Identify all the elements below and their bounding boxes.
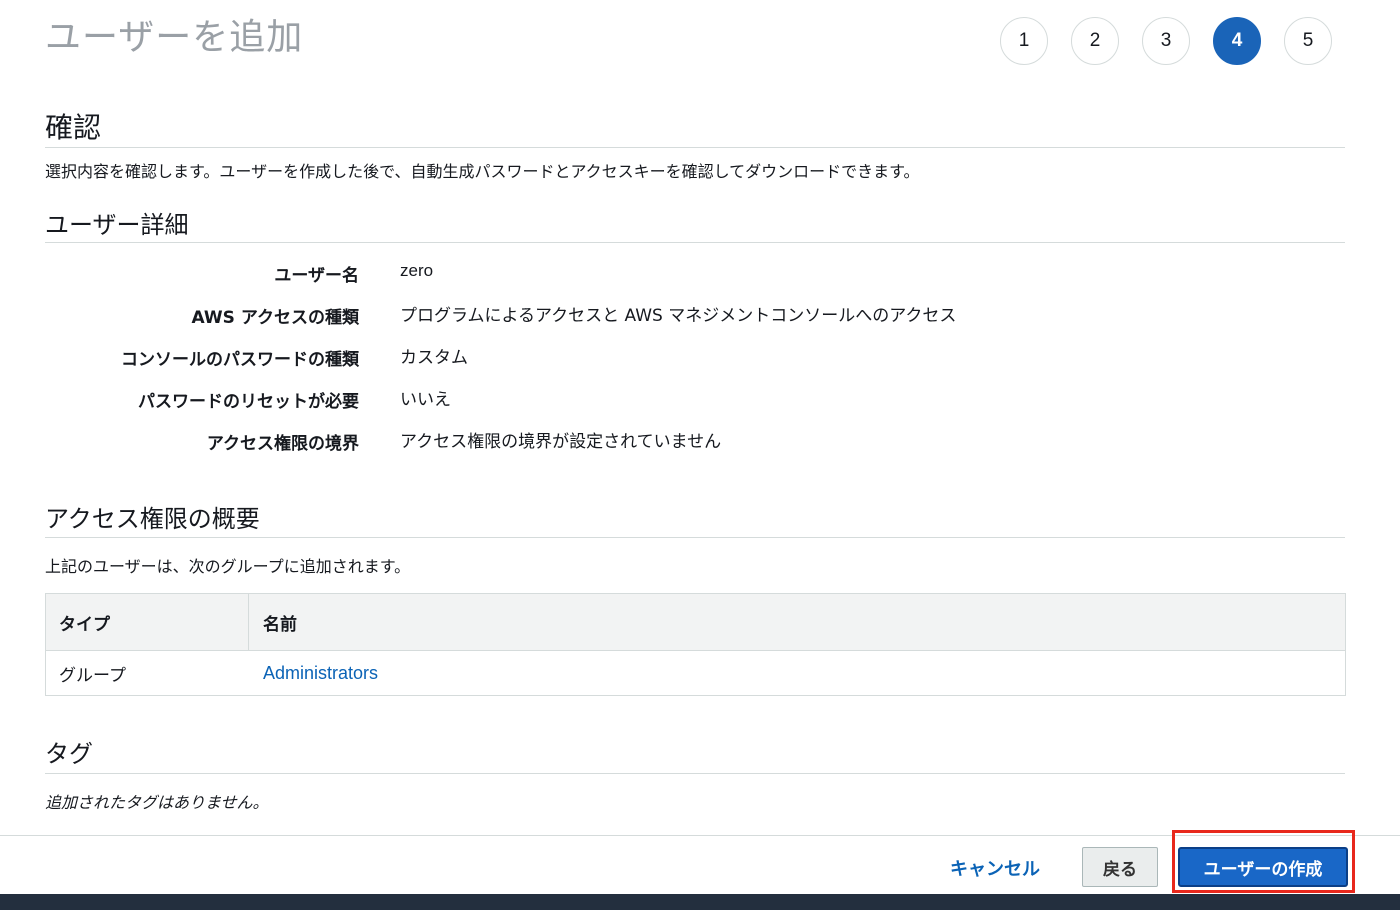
step-1[interactable]: 1 [1000, 17, 1048, 65]
column-header-name: 名前 [263, 614, 297, 635]
step-3[interactable]: 3 [1142, 17, 1190, 65]
permissions-heading: アクセス権限の概要 [45, 505, 260, 533]
permissions-description: 上記のユーザーは、次のグループに追加されます。 [45, 557, 411, 576]
divider [45, 147, 1345, 148]
group-link[interactable]: Administrators [263, 663, 378, 684]
table-row: グループ Administrators [46, 651, 1345, 696]
detail-label-permissions-boundary: アクセス権限の境界 [206, 434, 359, 454]
page-title: ユーザーを追加 [45, 17, 304, 58]
divider [45, 242, 1345, 243]
step-5[interactable]: 5 [1284, 17, 1332, 65]
step-2[interactable]: 2 [1071, 17, 1119, 65]
review-heading: 確認 [45, 111, 102, 144]
cell-type: グループ [59, 665, 126, 686]
detail-label-access-type: AWS アクセスの種類 [191, 308, 359, 328]
divider [45, 537, 1345, 538]
back-button[interactable]: 戻る [1082, 847, 1158, 887]
wizard-steps: 1 2 3 4 5 [1000, 17, 1340, 65]
review-description: 選択内容を確認します。ユーザーを作成した後で、自動生成パスワードとアクセスキーを… [45, 162, 920, 181]
create-user-button[interactable]: ユーザーの作成 [1178, 847, 1348, 887]
bottom-bar [0, 894, 1400, 910]
cancel-button[interactable]: キャンセル [950, 855, 1040, 881]
tags-heading: タグ [45, 740, 93, 768]
divider [45, 773, 1345, 774]
cell-name: Administrators [249, 651, 378, 695]
column-header-type: タイプ [46, 594, 249, 650]
permissions-table: タイプ 名前 グループ Administrators [45, 593, 1346, 696]
table-header: タイプ 名前 [46, 594, 1345, 651]
user-details-heading: ユーザー詳細 [45, 211, 189, 239]
detail-value-permissions-boundary: アクセス権限の境界が設定されていません [400, 432, 722, 452]
detail-value-password-type: カスタム [400, 348, 468, 368]
detail-label-username: ユーザー名 [274, 266, 359, 286]
step-4-current[interactable]: 4 [1213, 17, 1261, 65]
detail-label-password-type: コンソールのパスワードの種類 [121, 350, 359, 370]
no-tags-text: 追加されたタグはありません。 [45, 793, 269, 812]
detail-value-password-reset: いいえ [400, 390, 451, 410]
detail-value-access-type: プログラムによるアクセスと AWS マネジメントコンソールへのアクセス [400, 306, 957, 326]
detail-value-username: zero [400, 261, 434, 280]
detail-label-password-reset: パスワードのリセットが必要 [138, 392, 359, 412]
